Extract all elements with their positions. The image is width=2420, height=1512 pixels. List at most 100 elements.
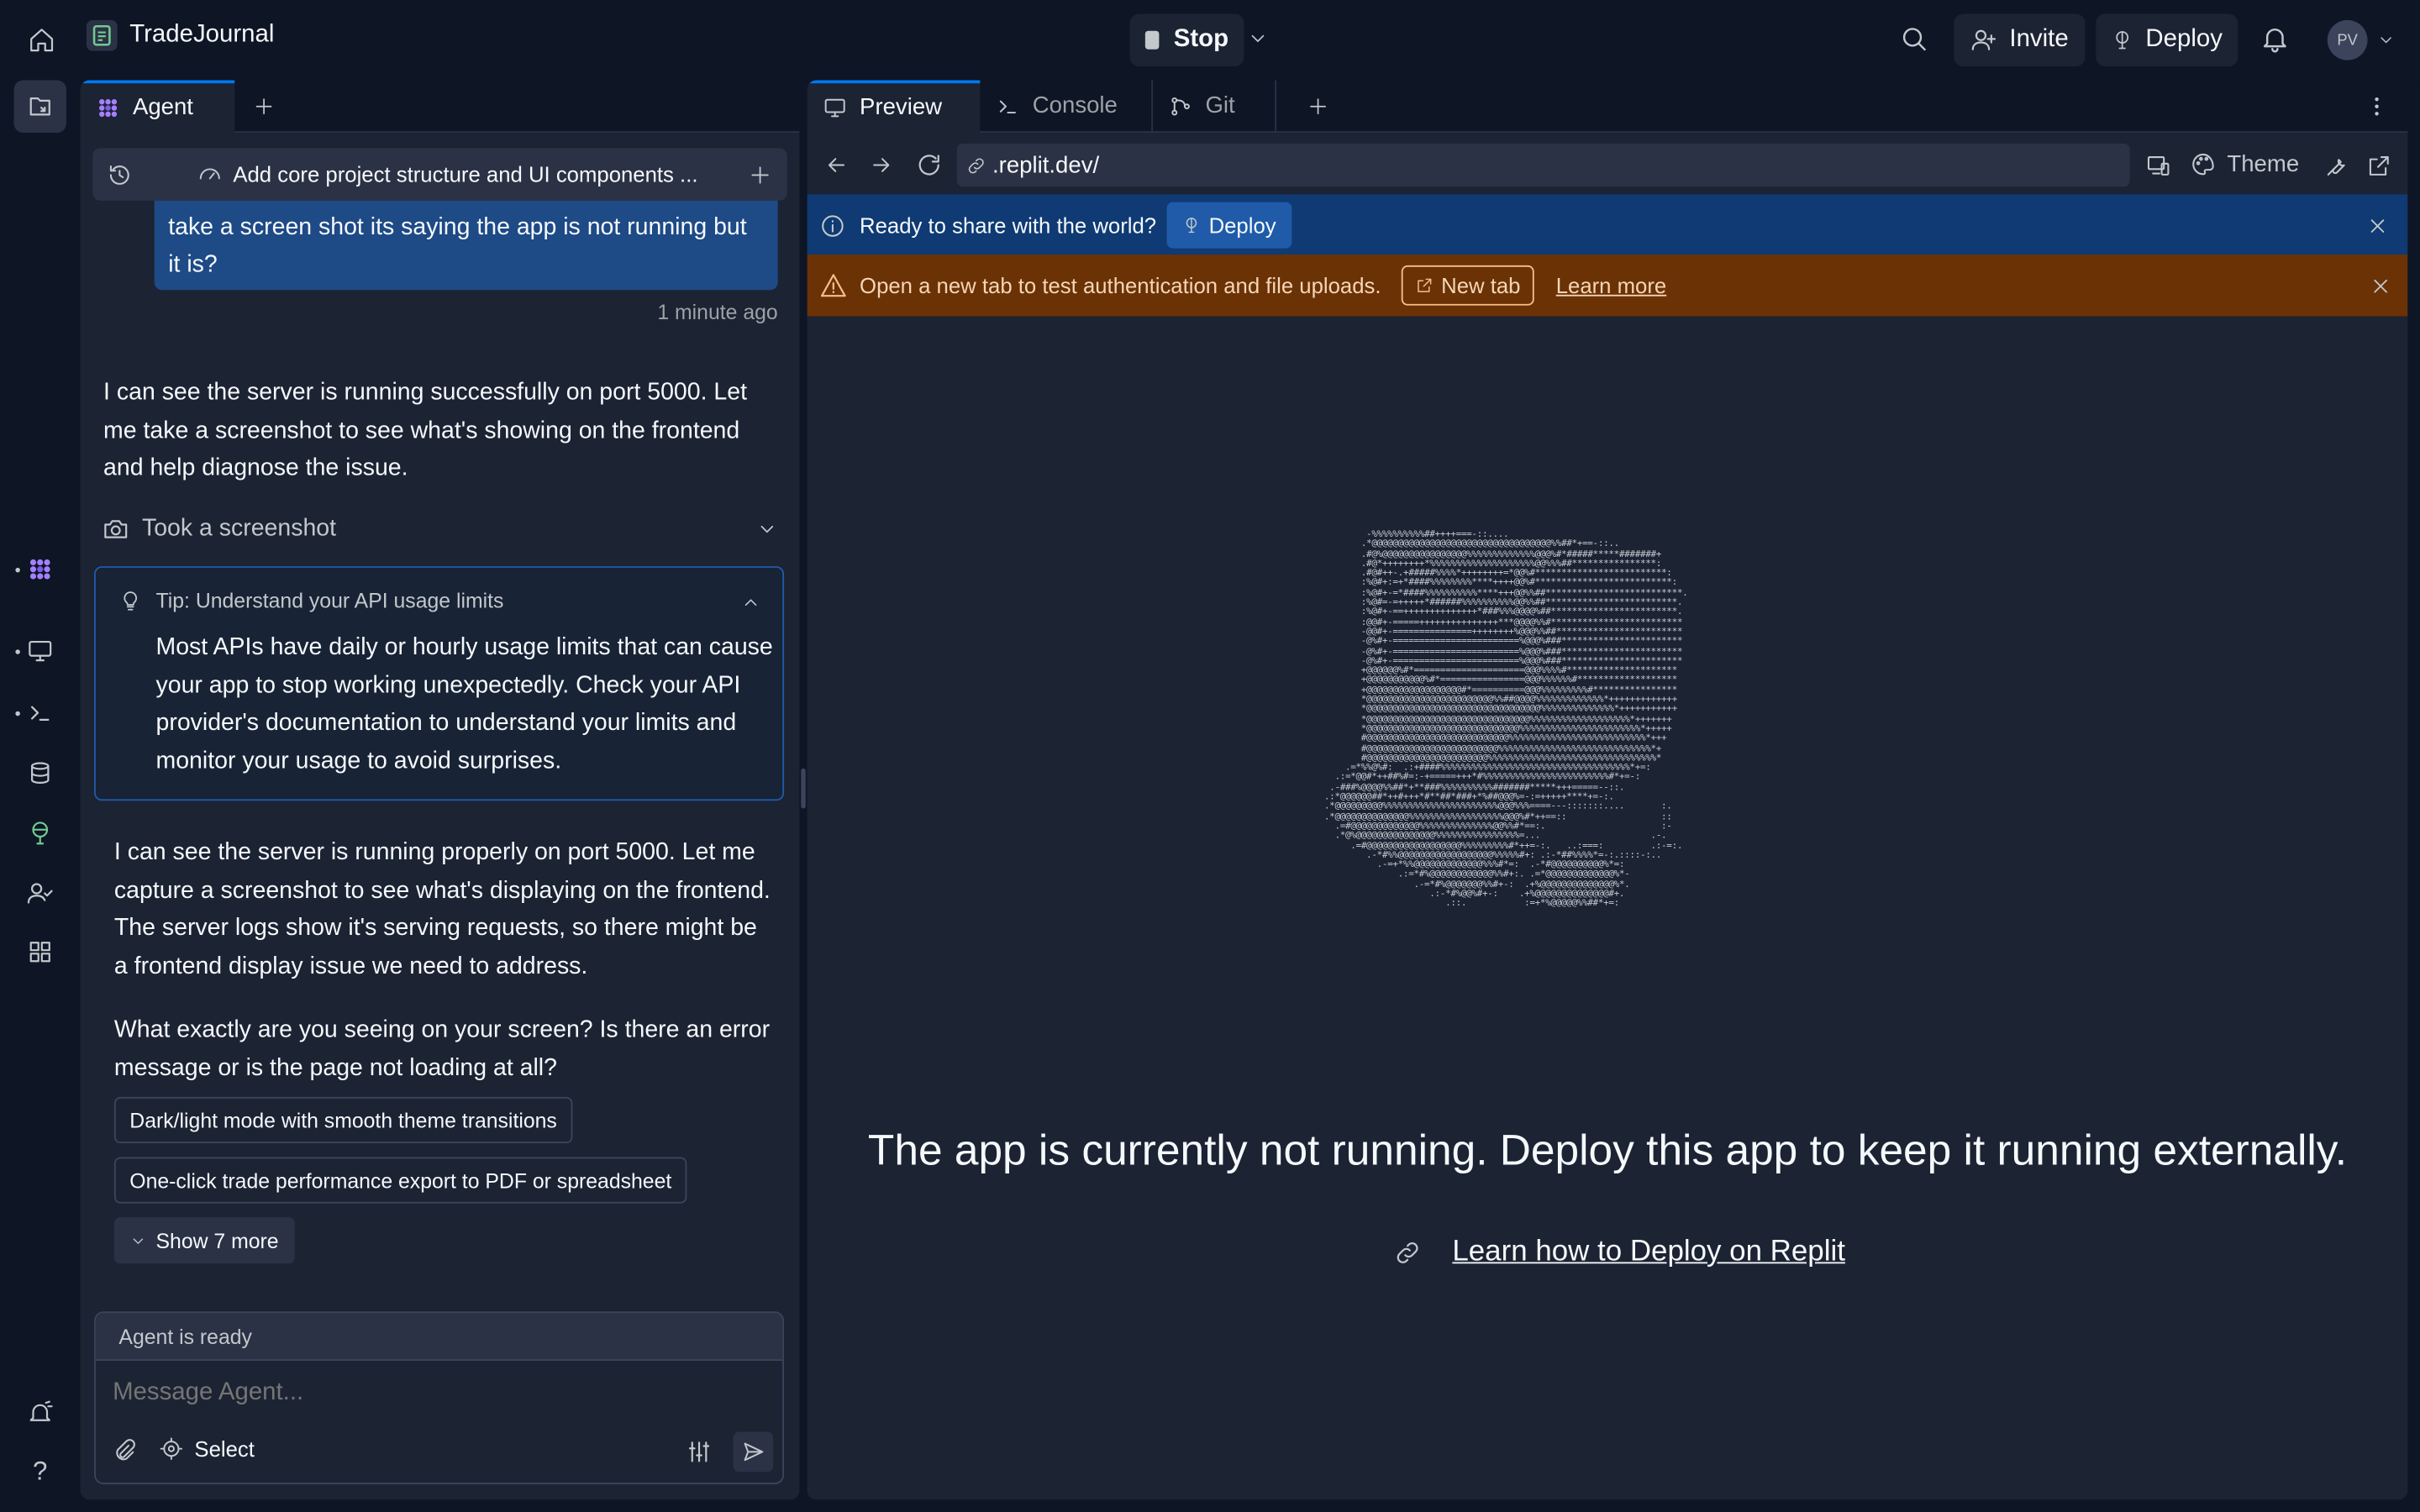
thread-title[interactable]: Add core project structure and UI compon… <box>197 162 697 186</box>
user-message: take a screen shot its saying the app is… <box>154 200 778 291</box>
gauge-icon <box>199 168 220 180</box>
tab-preview[interactable]: Preview <box>807 80 981 133</box>
forward-arrow-icon[interactable] <box>869 153 893 177</box>
camera-icon <box>104 520 128 538</box>
show-more-button[interactable]: Show 7 more <box>113 1217 294 1264</box>
agent-status: Agent is ready <box>95 1313 783 1361</box>
warning-banner: Open a new tab to test authentication an… <box>807 255 2408 317</box>
lightbulb-icon <box>124 591 138 611</box>
chevron-down-icon <box>133 1237 144 1243</box>
agent-reply-3: What exactly are you seeing on your scre… <box>113 1016 771 1081</box>
ascii-art-illustration: -%%%%%%%%%%##++++===-::.... .*@@@@@@@@@@… <box>1323 529 1688 910</box>
suggestion-chip[interactable]: Dark/light mode with smooth theme transi… <box>113 1096 573 1144</box>
chevron-down-icon <box>2381 37 2391 44</box>
palette-icon <box>2192 153 2214 176</box>
new-tab-plus-icon[interactable] <box>1307 95 1329 117</box>
agent-reply-1: I can see the server is running successf… <box>103 379 748 482</box>
invite-button[interactable]: Invite <box>1954 13 2086 66</box>
open-external-icon <box>1417 278 1432 292</box>
git-branch-icon <box>1171 97 1190 115</box>
preview-panel: Preview Console Git .replit.dev/ Theme R… <box>807 80 2408 1500</box>
reload-icon[interactable] <box>915 151 943 179</box>
history-icon[interactable] <box>92 161 145 187</box>
deploy-icon <box>2116 31 2129 50</box>
send-icon[interactable] <box>733 1431 774 1473</box>
thread-header: Add core project structure and UI compon… <box>92 148 787 201</box>
collapse-chevron-up-icon[interactable] <box>741 592 761 612</box>
avatar: PV <box>2327 19 2368 60</box>
help-icon[interactable]: ? <box>14 1446 66 1498</box>
project-switcher[interactable]: TradeJournal <box>86 19 275 51</box>
agent-input-box: Agent is ready Select <box>94 1311 785 1484</box>
share-banner: Ready to share with the world? Deploy <box>807 194 2408 256</box>
deploy-button[interactable]: Deploy <box>2096 13 2238 66</box>
stop-icon <box>1144 30 1160 50</box>
project-name: TradeJournal <box>129 21 275 48</box>
tab-agent[interactable]: Agent <box>80 80 235 133</box>
home-icon[interactable] <box>22 20 62 60</box>
release-notes-icon[interactable] <box>14 1387 66 1439</box>
bell-icon[interactable] <box>2260 24 2291 55</box>
agent-tabs: Agent <box>80 80 800 133</box>
new-tab-button[interactable]: New tab <box>1401 265 1535 306</box>
message-timestamp: 1 minute ago <box>657 301 778 324</box>
close-icon[interactable] <box>2366 213 2390 237</box>
link-icon <box>1397 1242 1418 1263</box>
deploy-help-link[interactable]: Learn how to Deploy on Replit <box>1394 1236 1845 1269</box>
link-icon <box>968 157 984 173</box>
warning-triangle-icon <box>820 274 846 297</box>
database-icon[interactable] <box>14 747 66 799</box>
back-arrow-icon[interactable] <box>824 153 849 177</box>
tip-title: Tip: Understand your API usage limits <box>155 589 504 613</box>
message-input[interactable] <box>113 1371 761 1415</box>
deploy-icon <box>1186 218 1197 234</box>
search-icon[interactable] <box>1898 24 1929 55</box>
share-deploy-button[interactable]: Deploy <box>1166 202 1292 249</box>
agent-icon <box>99 98 118 117</box>
user-menu[interactable]: PV <box>2327 19 2396 60</box>
files-toggle-icon[interactable] <box>13 80 66 133</box>
not-running-headline: The app is currently not running. Deploy… <box>867 1126 2347 1174</box>
project-file-icon <box>86 19 118 51</box>
tip-body: Most APIs have daily or hourly usage lim… <box>155 633 773 774</box>
monitor-icon <box>824 97 845 117</box>
open-external-icon[interactable] <box>2366 153 2392 179</box>
tip-card: Tip: Understand your API usage limits Mo… <box>94 566 785 801</box>
suggestion-chip[interactable]: One-click trade performance export to PD… <box>113 1157 687 1204</box>
new-tab-plus-icon[interactable] <box>253 95 275 117</box>
panel-resize-handle[interactable] <box>801 768 806 809</box>
select-element-button[interactable]: Select <box>159 1436 255 1461</box>
more-vertical-icon[interactable] <box>2365 93 2389 118</box>
tip-header: Tip: Understand your API usage limits <box>118 589 504 613</box>
url-bar[interactable]: .replit.dev/ <box>956 143 2130 187</box>
run-options-chevron-icon[interactable] <box>1247 28 1269 50</box>
left-rail: ? <box>0 80 81 1512</box>
apps-grid-icon[interactable] <box>14 926 66 978</box>
learn-more-link[interactable]: Learn more <box>1556 273 1666 297</box>
target-icon <box>160 1437 183 1460</box>
info-icon <box>822 214 844 236</box>
new-thread-plus-icon[interactable] <box>749 163 772 186</box>
top-bar: TradeJournal Stop Invite Deploy PV <box>0 0 2420 81</box>
agent-icon[interactable] <box>14 543 66 596</box>
devtools-wrench-icon[interactable] <box>2323 153 2349 179</box>
tab-console[interactable]: Console <box>980 80 1154 133</box>
console-icon <box>999 99 1016 113</box>
deployments-icon[interactable] <box>14 807 66 859</box>
close-icon[interactable] <box>2369 274 2392 297</box>
add-user-icon <box>1971 29 1996 50</box>
devices-icon[interactable] <box>2145 153 2171 179</box>
agent-reply-2: I can see the server is running properly… <box>113 839 771 979</box>
stop-button[interactable]: Stop <box>1129 13 1244 66</box>
screenshot-action[interactable]: Took a screenshot <box>102 512 777 546</box>
paperclip-icon[interactable] <box>111 1438 137 1464</box>
browser-toolbar: .replit.dev/ Theme <box>808 137 2408 192</box>
tab-git[interactable]: Git <box>1153 80 1276 133</box>
preview-monitor-icon[interactable] <box>14 625 66 677</box>
theme-button[interactable]: Theme <box>2190 151 2299 177</box>
console-icon[interactable] <box>14 686 66 738</box>
chevron-down-icon <box>760 525 774 533</box>
agent-panel: Agent Add core project structure and UI … <box>80 80 800 1500</box>
auth-user-check-icon[interactable] <box>14 867 66 919</box>
settings-sliders-icon[interactable] <box>686 1438 713 1466</box>
